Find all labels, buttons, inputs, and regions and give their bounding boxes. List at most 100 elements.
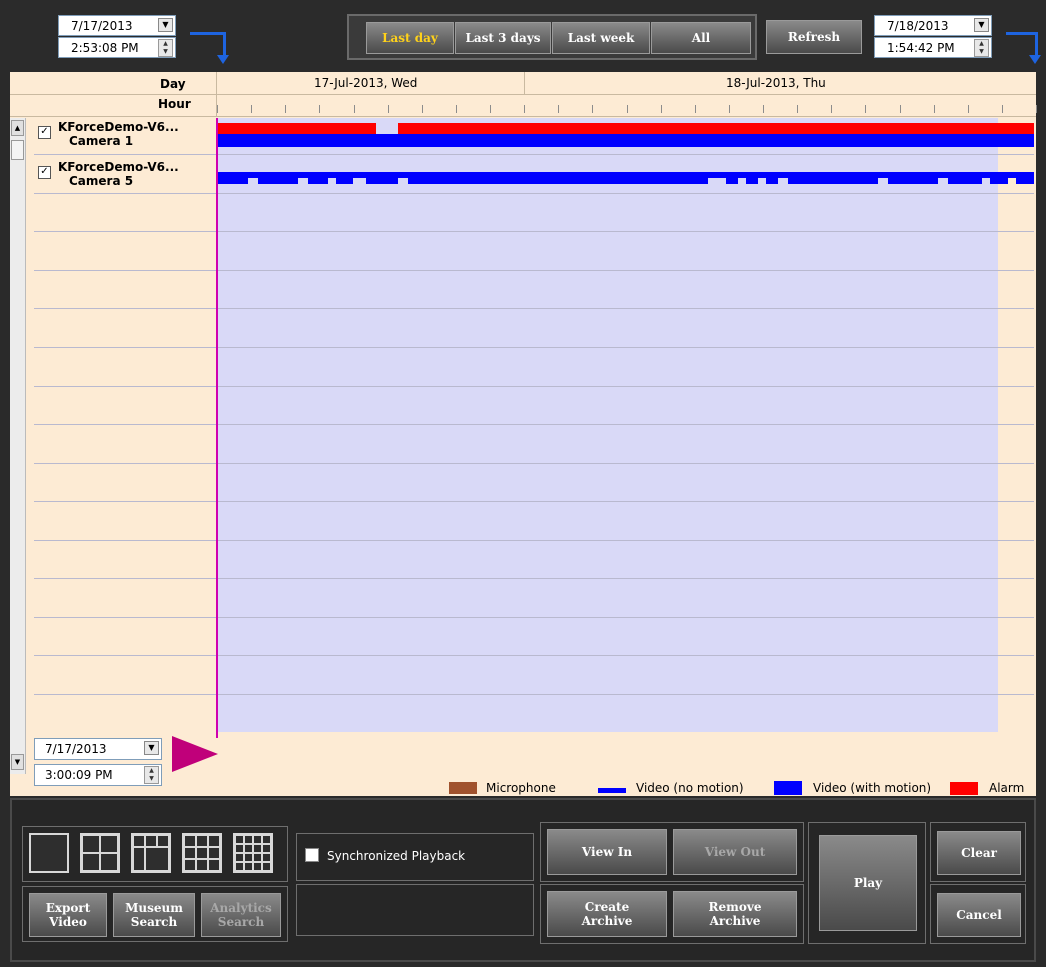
hour-tick (388, 105, 389, 113)
end-time-field[interactable]: 1:54:42 PM ▲ ▼ (874, 37, 992, 58)
hour-tick (695, 105, 696, 113)
camera-checkbox[interactable]: ✓ (38, 166, 51, 179)
hour-tick (900, 105, 901, 113)
all-button[interactable]: All (651, 22, 751, 54)
video-motion-segment[interactable] (336, 172, 353, 184)
export-video-button[interactable]: Export Video (29, 893, 107, 937)
export-video-label-1: Export (45, 901, 91, 915)
camera-name: Camera 5 (69, 174, 134, 188)
alarm-legend: Alarm (989, 781, 1025, 795)
export-search-group: Export Video Museum Search Analytics Sea… (22, 886, 288, 942)
camera-row[interactable]: ✓ KForceDemo-V6... Camera 5 (36, 160, 216, 194)
hour-header: Hour (158, 97, 191, 111)
create-archive-button[interactable]: Create Archive (547, 891, 667, 937)
video-motion-segment[interactable] (990, 172, 1008, 184)
video-motion-segment[interactable] (788, 172, 878, 184)
microphone-legend: Microphone (486, 781, 556, 795)
refresh-button[interactable]: Refresh (766, 20, 862, 54)
end-date-picker[interactable]: 7/18/2013 ▼ (874, 15, 992, 36)
hour-tick (797, 105, 798, 113)
last-day-button[interactable]: Last day (366, 22, 454, 54)
video-motion-segment[interactable] (258, 172, 298, 184)
time-spinner-icon[interactable]: ▲ ▼ (158, 39, 173, 57)
hour-tick (661, 105, 662, 113)
last-3-days-button[interactable]: Last 3 days (455, 22, 551, 54)
hour-tick (627, 105, 628, 113)
create-archive-label-1: Create (584, 900, 630, 914)
view-out-button[interactable]: View Out (673, 829, 797, 875)
hour-tick (217, 105, 218, 113)
camera-server-name: KForceDemo-V6... (58, 160, 179, 174)
video-no-motion-legend: Video (no motion) (636, 781, 744, 795)
cancel-group: Cancel (930, 884, 1026, 944)
clear-group: Clear (930, 822, 1026, 882)
video-motion-segment[interactable] (888, 172, 938, 184)
video-motion-segment[interactable] (1016, 172, 1034, 184)
start-time-field[interactable]: 2:53:08 PM ▲ ▼ (58, 37, 176, 58)
sync-playback-checkbox[interactable] (305, 848, 319, 862)
layout-1x1-icon[interactable] (29, 833, 69, 873)
alarm-swatch (950, 782, 978, 795)
vertical-scrollbar[interactable]: ▲ ▼ (10, 118, 26, 774)
alarm-segment[interactable] (398, 123, 1034, 134)
cursor-time-field[interactable]: 3:00:09 PM ▲ ▼ (34, 764, 162, 786)
layout-group (22, 826, 288, 882)
camera-server-name: KForceDemo-V6... (58, 120, 179, 134)
remove-archive-button[interactable]: Remove Archive (673, 891, 797, 937)
video-no-motion-swatch (598, 788, 626, 793)
hour-tick (1002, 105, 1003, 113)
playhead-marker-icon[interactable] (172, 736, 218, 772)
apply-end-arrow-icon[interactable] (1006, 32, 1038, 56)
alarm-segment[interactable] (218, 123, 376, 134)
hour-tick (831, 105, 832, 113)
hour-tick (524, 105, 525, 113)
start-time-value: 2:53:08 PM (71, 41, 139, 55)
clear-button[interactable]: Clear (937, 831, 1021, 875)
hour-tick (934, 105, 935, 113)
hour-ticks (217, 105, 1037, 115)
create-archive-label-2: Archive (581, 914, 633, 928)
scroll-up-icon[interactable]: ▲ (11, 120, 24, 136)
remove-archive-label-2: Archive (709, 914, 761, 928)
chevron-down-icon[interactable]: ▼ (158, 18, 173, 32)
play-button[interactable]: Play (819, 835, 917, 931)
camera-checkbox[interactable]: ✓ (38, 126, 51, 139)
recording-plot-area[interactable] (218, 118, 998, 732)
layout-3x3-icon[interactable] (182, 833, 222, 873)
museum-search-button[interactable]: Museum Search (113, 893, 195, 937)
layout-1plus5-icon[interactable] (131, 833, 171, 873)
scroll-thumb[interactable] (11, 140, 24, 160)
chevron-down-icon[interactable]: ▼ (144, 741, 159, 755)
time-spinner-icon[interactable]: ▲ ▼ (144, 766, 159, 784)
layout-2x2-icon[interactable] (80, 833, 120, 873)
scroll-down-icon[interactable]: ▼ (11, 754, 24, 770)
last-week-button[interactable]: Last week (552, 22, 650, 54)
hour-tick (968, 105, 969, 113)
video-motion-segment[interactable] (408, 172, 708, 184)
camera5-video-track[interactable] (218, 168, 1034, 186)
video-motion-segment[interactable] (218, 134, 1034, 147)
video-motion-segment[interactable] (218, 172, 248, 184)
start-date-picker[interactable]: 7/17/2013 ▼ (58, 15, 176, 36)
video-motion-segment[interactable] (726, 172, 738, 184)
museum-search-label-2: Search (130, 915, 178, 929)
chevron-down-icon[interactable]: ▼ (974, 18, 989, 32)
day-header: Day (160, 77, 186, 91)
header-bottom-divider (10, 116, 1036, 117)
video-motion-segment[interactable] (366, 172, 398, 184)
cancel-button[interactable]: Cancel (937, 893, 1021, 937)
video-motion-segment[interactable] (308, 172, 328, 184)
cursor-date-picker[interactable]: 7/17/2013 ▼ (34, 738, 162, 760)
apply-start-arrow-icon[interactable] (190, 32, 226, 56)
analytics-search-button[interactable]: Analytics Search (201, 893, 281, 937)
video-motion-segment[interactable] (746, 172, 758, 184)
cursor-date-value: 7/17/2013 (45, 742, 107, 756)
camera-row[interactable]: ✓ KForceDemo-V6... Camera 1 (36, 120, 216, 154)
view-in-button[interactable]: View In (547, 829, 667, 875)
header-row-divider (10, 94, 1036, 95)
video-motion-segment[interactable] (766, 172, 778, 184)
layout-4x4-icon[interactable] (233, 833, 273, 873)
time-spinner-icon[interactable]: ▲ ▼ (974, 39, 989, 57)
playhead-line[interactable] (216, 118, 218, 738)
video-motion-segment[interactable] (948, 172, 982, 184)
